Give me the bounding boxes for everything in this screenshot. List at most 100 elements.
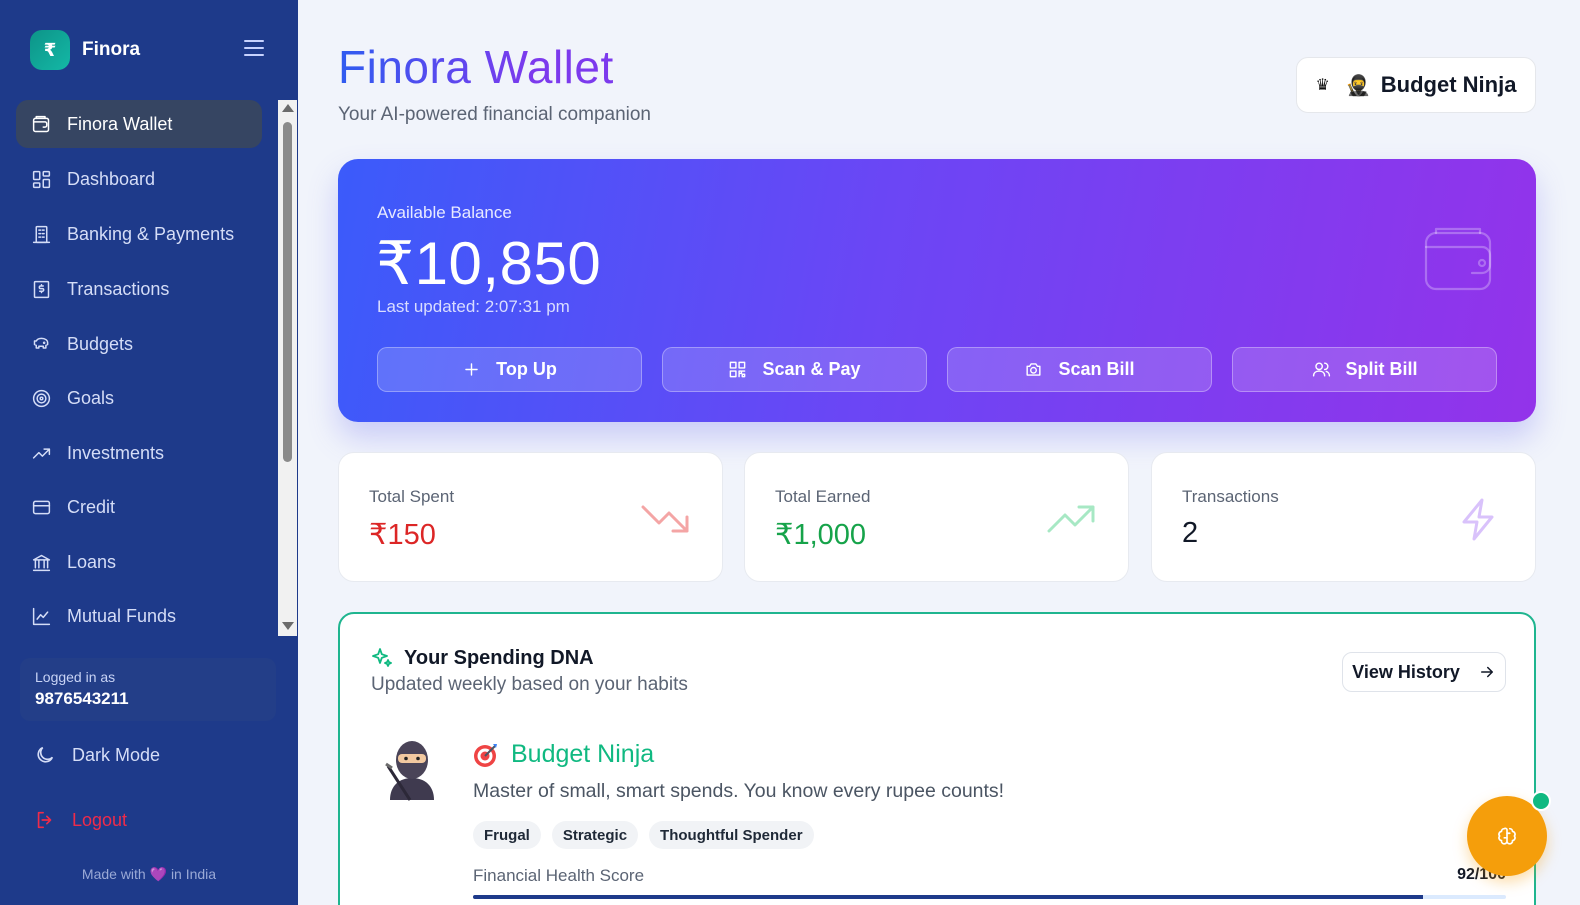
rupee-logo-icon: ₹: [30, 30, 70, 70]
persona-badge-label: Budget Ninja: [1380, 72, 1517, 97]
balance-label: Available Balance: [377, 203, 512, 222]
sidebar-item-budgets[interactable]: Budgets: [16, 320, 262, 368]
sidebar-item-credit[interactable]: Credit: [16, 483, 262, 531]
sidebar-item-label: Credit: [67, 496, 116, 517]
sidebar-item-label: Budgets: [67, 333, 134, 354]
split-bill-button[interactable]: Split Bill: [1232, 347, 1497, 392]
plus-icon: [465, 363, 478, 376]
logged-in-box: Logged in as 9876543211: [20, 658, 276, 721]
trending-up-icon: [1045, 497, 1097, 541]
dna-title-row: Your Spending DNA: [370, 646, 594, 670]
building-icon: [30, 223, 52, 245]
sidebar-item-investments[interactable]: Investments: [16, 429, 262, 477]
persona-tag: Strategic: [551, 821, 639, 849]
piggy-bank-icon: [30, 333, 52, 355]
persona-row: Budget Ninja: [473, 740, 654, 769]
health-score-fill: [473, 895, 1424, 899]
health-score-label: Financial Health Score: [473, 866, 645, 885]
scroll-up-arrow-icon[interactable]: [282, 104, 294, 112]
ninja-avatar-icon: [384, 736, 440, 802]
balance-updated: Last updated: 2:07:31 pm: [377, 297, 570, 316]
scroll-down-arrow-icon[interactable]: [282, 622, 294, 630]
users-icon: [1312, 362, 1330, 377]
sidebar: ₹ Finora Finora Wallet Dashboard Banking…: [0, 0, 298, 905]
sidebar-item-label: Finora Wallet: [67, 113, 173, 134]
sidebar-item-dashboard[interactable]: Dashboard: [16, 155, 262, 203]
line-chart-icon: [30, 605, 52, 627]
arrow-right-icon: [1480, 666, 1493, 678]
brand[interactable]: ₹ Finora: [30, 30, 140, 70]
health-score-bar: [473, 895, 1506, 899]
logout-label: Logout: [72, 809, 128, 830]
page-subtitle: Your AI-powered financial companion: [338, 104, 651, 125]
sidebar-item-label: Mutual Funds: [67, 605, 177, 626]
bank-icon: [30, 551, 52, 573]
persona-tag: Thoughtful Spender: [649, 821, 814, 849]
sidebar-item-loans[interactable]: Loans: [16, 538, 262, 586]
crown-icon: ♛: [1315, 77, 1330, 94]
stat-card-total-earned: Total Earned ₹1,000: [744, 452, 1129, 582]
wallet-icon: [1422, 225, 1496, 293]
stat-card-total-spent: Total Spent ₹150: [338, 452, 723, 582]
stat-label: Transactions: [1182, 487, 1279, 506]
wallet-icon: [30, 113, 52, 135]
dna-title: Your Spending DNA: [404, 646, 594, 669]
balance-card: Available Balance ₹10,850 Last updated: …: [338, 159, 1536, 422]
hamburger-menu-icon[interactable]: [244, 40, 264, 58]
page-title: Finora Wallet: [338, 41, 614, 93]
spending-dna-card: Your Spending DNA Updated weekly based o…: [338, 612, 1536, 905]
stat-card-transactions: Transactions 2: [1151, 452, 1536, 582]
sidebar-item-banking-payments[interactable]: Banking & Payments: [16, 210, 262, 258]
scan-bill-button[interactable]: Scan Bill: [947, 347, 1212, 392]
balance-amount: ₹10,850: [376, 230, 602, 297]
persona-tags: Frugal Strategic Thoughtful Spender: [473, 821, 825, 849]
persona-tag: Frugal: [473, 821, 541, 849]
logged-in-phone: 9876543211: [35, 689, 129, 708]
sidebar-item-transactions[interactable]: Transactions: [16, 265, 262, 313]
sparkles-icon: [372, 648, 392, 667]
sidebar-item-goals[interactable]: Goals: [16, 374, 262, 422]
heart-icon: 💜: [149, 866, 168, 882]
sidebar-item-label: Dashboard: [67, 168, 156, 189]
stat-label: Total Spent: [369, 487, 455, 506]
stat-value: ₹1,000: [775, 519, 867, 551]
moon-icon: [37, 746, 54, 763]
persona-badge[interactable]: ♛ 🥷 Budget Ninja: [1296, 57, 1536, 113]
receipt-icon: [30, 278, 52, 300]
lightning-icon: [1452, 497, 1504, 541]
sidebar-item-label: Banking & Payments: [67, 223, 235, 244]
target-icon: [30, 387, 52, 409]
scroll-thumb[interactable]: [283, 122, 292, 462]
dashboard-icon: [30, 168, 52, 190]
logout-button[interactable]: Logout: [34, 809, 127, 831]
sidebar-item-mutual-funds[interactable]: Mutual Funds: [16, 592, 262, 636]
dark-mode-label: Dark Mode: [72, 744, 161, 765]
made-with-footer: Made with 💜 in India: [81, 866, 217, 882]
persona-name: Budget Ninja: [511, 740, 655, 768]
scan-pay-button[interactable]: Scan & Pay: [662, 347, 927, 392]
sidebar-item-label: Goals: [67, 387, 115, 408]
trending-up-icon: [30, 442, 52, 464]
top-up-button[interactable]: Top Up: [377, 347, 642, 392]
camera-icon: [1026, 363, 1042, 376]
trending-down-icon: [639, 497, 691, 541]
logged-in-label: Logged in as: [35, 669, 116, 685]
dna-subtitle: Updated weekly based on your habits: [371, 674, 688, 695]
sidebar-item-label: Transactions: [67, 278, 170, 299]
sidebar-scrollbar[interactable]: [278, 100, 297, 636]
brand-name: Finora: [82, 39, 141, 60]
stat-label: Total Earned: [775, 487, 871, 506]
dark-mode-toggle[interactable]: Dark Mode: [34, 744, 160, 766]
logout-icon: [37, 811, 52, 829]
stat-value: ₹150: [369, 519, 436, 551]
sidebar-item-label: Investments: [67, 442, 165, 463]
sidebar-item-finora-wallet[interactable]: Finora Wallet: [16, 100, 262, 148]
view-history-button[interactable]: View History: [1342, 652, 1506, 692]
brain-icon: [1498, 827, 1516, 845]
ninja-icon: 🥷: [1345, 74, 1371, 97]
sidebar-nav: Finora Wallet Dashboard Banking & Paymen…: [0, 100, 278, 636]
dart-target-icon: [474, 743, 497, 767]
sidebar-item-label: Loans: [67, 551, 117, 572]
credit-card-icon: [30, 496, 52, 518]
online-status-dot: [1531, 791, 1551, 811]
